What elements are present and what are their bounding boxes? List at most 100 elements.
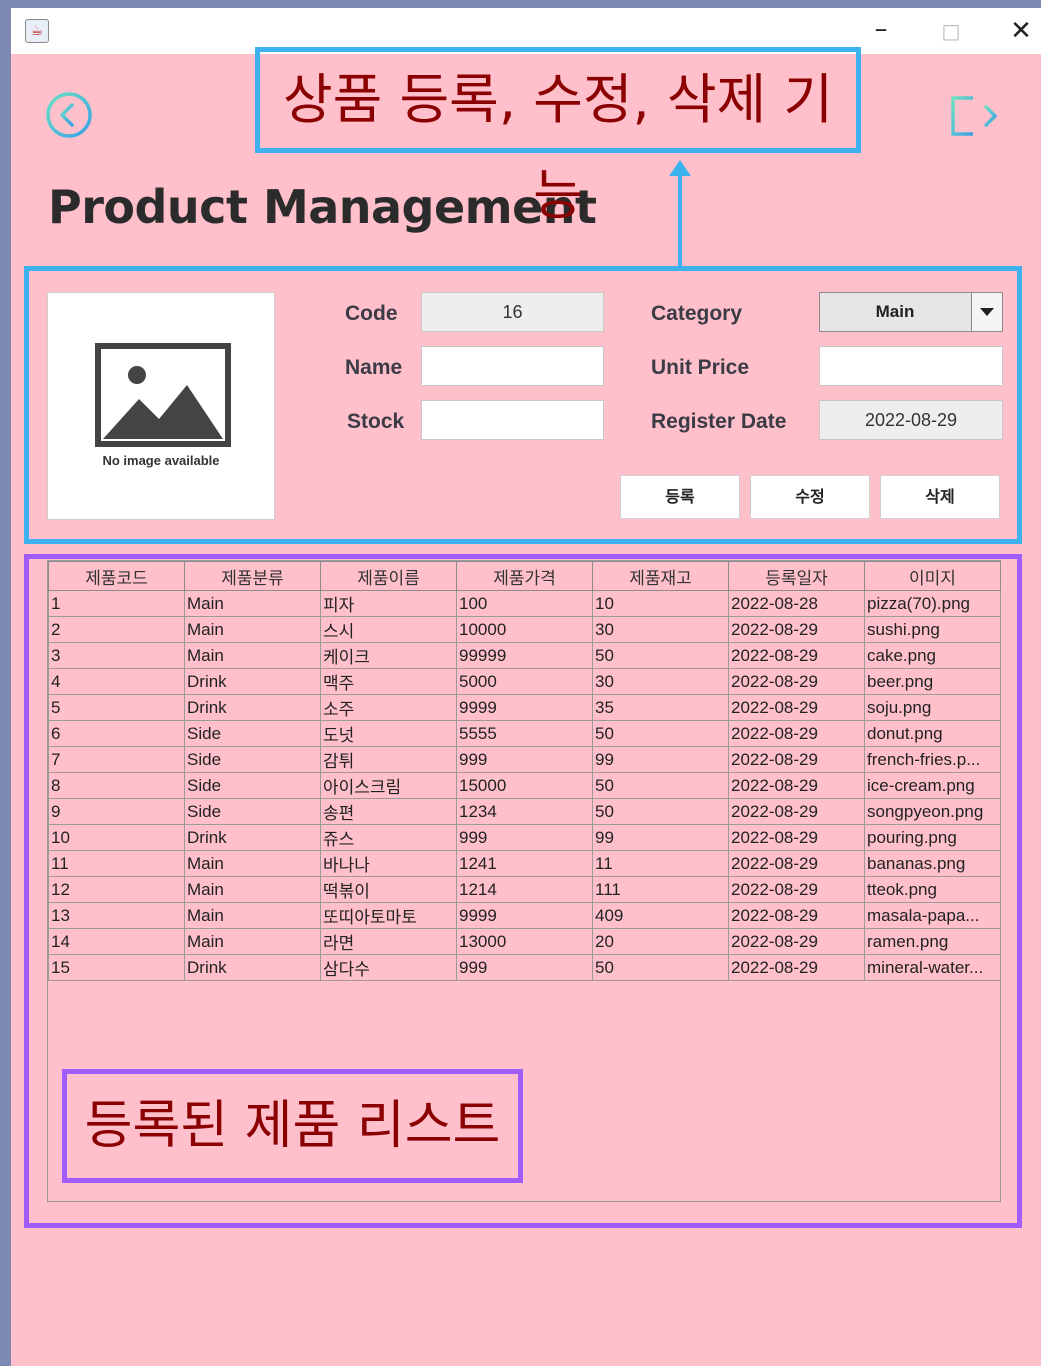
header-name[interactable]: 제품이름 xyxy=(320,561,457,591)
stock-label: Stock xyxy=(347,410,405,433)
table-cell: 30 xyxy=(592,616,729,643)
table-cell: 스시 xyxy=(320,616,457,643)
image-caption: No image available xyxy=(102,453,220,468)
header-image[interactable]: 이미지 xyxy=(864,561,1001,591)
minimize-button[interactable]: – xyxy=(863,14,899,48)
table-cell: 2022-08-29 xyxy=(728,616,865,643)
product-image[interactable]: No image available xyxy=(47,292,275,520)
table-row[interactable]: 1 Main 피자 100 10 2022-08-28 pizza(70).png xyxy=(48,590,1001,617)
table-row[interactable]: 9 Side 송편 1234 50 2022-08-29 songpyeon.png xyxy=(48,798,1001,825)
table-row[interactable]: 4 Drink 맥주 5000 30 2022-08-29 beer.png xyxy=(48,668,1001,695)
unit-price-field[interactable] xyxy=(819,346,1003,386)
table-cell: Main xyxy=(184,590,321,617)
table-cell: 12 xyxy=(48,876,185,903)
table-row[interactable]: 5 Drink 소주 9999 35 2022-08-29 soju.png xyxy=(48,694,1001,721)
table-cell: beer.png xyxy=(864,668,1001,695)
table-row[interactable]: 7 Side 감튀 999 99 2022-08-29 french-fries.p... xyxy=(48,746,1001,773)
table-cell: 맥주 xyxy=(320,668,457,695)
table-cell: sushi.png xyxy=(864,616,1001,643)
header-date[interactable]: 등록일자 xyxy=(728,561,865,591)
chevron-down-icon[interactable] xyxy=(971,293,1002,331)
table-cell: masala-papa... xyxy=(864,902,1001,929)
table-cell: 5555 xyxy=(456,720,593,747)
table-cell: 999 xyxy=(456,824,593,851)
table-row[interactable]: 12 Main 떡볶이 1214 111 2022-08-29 tteok.png xyxy=(48,876,1001,903)
table-cell: 케이크 xyxy=(320,642,457,669)
table-cell: 9 xyxy=(48,798,185,825)
header-price[interactable]: 제품가격 xyxy=(456,561,593,591)
table-row[interactable]: 11 Main 바나나 1241 11 2022-08-29 bananas.png xyxy=(48,850,1001,877)
table-cell: 2022-08-29 xyxy=(728,694,865,721)
table-cell: 15000 xyxy=(456,772,593,799)
register-button[interactable]: 등록 xyxy=(620,475,740,519)
header-category[interactable]: 제품분류 xyxy=(184,561,321,591)
table-cell: Main xyxy=(184,850,321,877)
table-row[interactable]: 15 Drink 삼다수 999 50 2022-08-29 mineral-water..… xyxy=(48,954,1001,981)
table-cell: 2 xyxy=(48,616,185,643)
table-cell: Side xyxy=(184,772,321,799)
table-cell: Main xyxy=(184,876,321,903)
table-cell: 999 xyxy=(456,954,593,981)
header-stock[interactable]: 제품재고 xyxy=(592,561,729,591)
annotation-arrow xyxy=(678,170,682,266)
table-cell: ramen.png xyxy=(864,928,1001,955)
table-cell: 111 xyxy=(592,876,729,903)
annotation-list-label: 등록된 제품 리스트 xyxy=(62,1069,523,1183)
table-cell: Side xyxy=(184,720,321,747)
table-cell: pouring.png xyxy=(864,824,1001,851)
table-cell: donut.png xyxy=(864,720,1001,747)
table-cell: Side xyxy=(184,746,321,773)
table-cell: 11 xyxy=(48,850,185,877)
table-cell: 라면 xyxy=(320,928,457,955)
table-row[interactable]: 10 Drink 쥬스 999 99 2022-08-29 pouring.png xyxy=(48,824,1001,851)
table-row[interactable]: 6 Side 도넛 5555 50 2022-08-29 donut.png xyxy=(48,720,1001,747)
table-cell: 3 xyxy=(48,642,185,669)
table-cell: 13 xyxy=(48,902,185,929)
table-cell: cake.png xyxy=(864,642,1001,669)
back-circle-icon[interactable] xyxy=(44,90,94,140)
table-row[interactable]: 13 Main 또띠아토마토 9999 409 2022-08-29 masala-papa… xyxy=(48,902,1001,929)
table-cell: 2022-08-29 xyxy=(728,928,865,955)
table-row[interactable]: 14 Main 라면 13000 20 2022-08-29 ramen.png xyxy=(48,928,1001,955)
edit-button[interactable]: 수정 xyxy=(750,475,870,519)
table-cell: Drink xyxy=(184,824,321,851)
table-cell: pizza(70).png xyxy=(864,590,1001,617)
table-cell: 35 xyxy=(592,694,729,721)
maximize-button[interactable]: □ xyxy=(933,14,969,48)
table-cell: 50 xyxy=(592,720,729,747)
header-code[interactable]: 제품코드 xyxy=(48,561,185,591)
delete-button[interactable]: 삭제 xyxy=(880,475,1000,519)
table-row[interactable]: 8 Side 아이스크림 15000 50 2022-08-29 ice-cream.png xyxy=(48,772,1001,799)
table-cell: 피자 xyxy=(320,590,457,617)
table-cell: Drink xyxy=(184,954,321,981)
table-cell: Side xyxy=(184,798,321,825)
table-row[interactable]: 2 Main 스시 10000 30 2022-08-29 sushi.png xyxy=(48,616,1001,643)
table-cell: 2022-08-29 xyxy=(728,902,865,929)
table-cell: Drink xyxy=(184,694,321,721)
table-cell: 쥬스 xyxy=(320,824,457,851)
table-cell: 8 xyxy=(48,772,185,799)
code-field[interactable]: 16 xyxy=(421,292,604,332)
unit-price-label: Unit Price xyxy=(651,356,750,379)
register-date-field[interactable]: 2022-08-29 xyxy=(819,400,1003,440)
table-cell: 15 xyxy=(48,954,185,981)
close-button[interactable]: ✕ xyxy=(1003,14,1039,48)
table-row[interactable]: 3 Main 케이크 99999 50 2022-08-29 cake.png xyxy=(48,642,1001,669)
table-cell: 1 xyxy=(48,590,185,617)
logout-icon[interactable] xyxy=(945,90,1001,142)
stock-field[interactable] xyxy=(421,400,604,440)
category-select[interactable]: Main xyxy=(819,292,1003,332)
table-cell: 5 xyxy=(48,694,185,721)
table-cell: 13000 xyxy=(456,928,593,955)
name-field[interactable] xyxy=(421,346,604,386)
table-cell: 99999 xyxy=(456,642,593,669)
table-cell: 도넛 xyxy=(320,720,457,747)
table-cell: 소주 xyxy=(320,694,457,721)
table-cell: 2022-08-29 xyxy=(728,720,865,747)
table-cell: 50 xyxy=(592,772,729,799)
table-cell: 409 xyxy=(592,902,729,929)
table-cell: 50 xyxy=(592,954,729,981)
table-cell: Main xyxy=(184,616,321,643)
table-cell: 1241 xyxy=(456,850,593,877)
table-cell: 6 xyxy=(48,720,185,747)
